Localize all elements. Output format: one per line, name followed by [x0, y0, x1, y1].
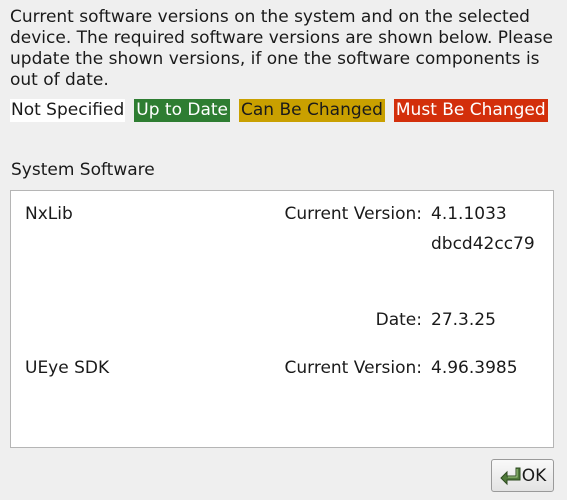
legend-not-specified: Not Specified — [10, 99, 126, 122]
status-legend: Not Specified Up to Date Can Be Changed … — [10, 99, 548, 122]
legend-up-to-date: Up to Date — [134, 99, 231, 122]
date-value: 27.3.25 — [431, 310, 496, 330]
system-software-panel: NxLib Current Version: 4.1.1033 dbcd42cc… — [10, 190, 554, 448]
version-hash: dbcd42cc79 — [431, 234, 535, 254]
ok-button[interactable]: OK — [491, 459, 554, 492]
ok-button-label: OK — [521, 465, 547, 486]
date-label: Date: — [375, 310, 422, 330]
enter-arrow-icon — [499, 466, 521, 486]
current-version-value: 4.96.3985 — [431, 358, 518, 378]
current-version-label: Current Version: — [284, 358, 423, 378]
legend-must-be-changed: Must Be Changed — [393, 99, 548, 122]
current-version-label: Current Version: — [284, 204, 423, 224]
current-version-value: 4.1.1033 — [431, 204, 507, 224]
intro-text: Current software versions on the system … — [10, 7, 553, 90]
software-name-nxlib: NxLib — [25, 204, 73, 224]
legend-can-be-changed: Can Be Changed — [239, 99, 385, 122]
section-title: System Software — [11, 160, 155, 180]
software-name-ueye-sdk: UEye SDK — [25, 358, 110, 378]
